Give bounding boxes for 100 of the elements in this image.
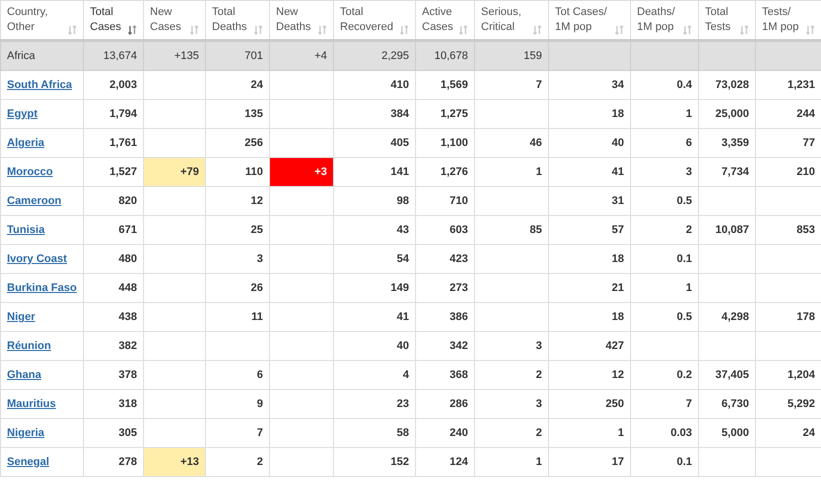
table-cell: 4 [334,360,416,390]
table-cell: 6 [206,360,270,390]
table-cell: +13 [144,448,206,476]
country-link[interactable]: Egypt [7,106,38,122]
table-cell: 12 [206,186,270,216]
table-cell: 1 [630,100,698,128]
table-cell: 1 [548,418,630,448]
table-cell: 368 [416,360,474,390]
table-cell: 603 [416,216,474,244]
table-cell: 10,678 [416,40,474,70]
table-cell: 410 [334,70,416,100]
table-cell: 7 [474,70,548,100]
table-cell: 820 [84,186,144,216]
table-cell: 448 [84,274,144,302]
table-cell: 57 [548,216,630,244]
table-cell: 73,028 [698,70,756,100]
table-cell: 2 [630,216,698,244]
table-cell: 384 [334,100,416,128]
table-cell [206,332,270,360]
table-cell: 7,734 [698,158,756,186]
table-cell: 273 [416,274,474,302]
table-cell: 58 [334,418,416,448]
country-link[interactable]: South Africa [7,76,72,93]
country-link[interactable]: Ivory Coast [7,250,67,267]
table-cell [698,40,756,70]
table-cell: 305 [84,418,144,448]
country-link[interactable]: Algeria [7,134,44,151]
table-cell: 41 [334,302,416,332]
sort-icon [400,25,409,35]
table-cell: 0.1 [630,244,698,274]
table-cell: 0.2 [630,360,698,390]
table-cell: 18 [548,100,630,128]
country-link[interactable]: Senegal [7,454,50,470]
sort-icon [68,25,77,35]
table-cell: 135 [206,100,270,128]
country-link[interactable]: Réunion [7,338,51,354]
table-cell: 12 [548,360,630,390]
table-cell: +79 [144,158,206,186]
table-cell: 9 [206,390,270,418]
table-cell: 152 [334,448,416,476]
table-cell: 40 [548,128,630,158]
table-cell: 710 [416,186,474,216]
table-cell: 3 [474,390,548,418]
table-cell: 1,761 [84,128,144,158]
table-cell [698,448,756,476]
table-cell: 2 [474,360,548,390]
sort-icon [806,25,815,35]
table-cell: 46 [474,128,548,158]
table-cell: 6 [630,128,698,158]
table-cell [630,332,698,360]
table-cell: 1 [474,158,548,186]
table-cell [630,40,698,70]
table-cell: 480 [84,244,144,274]
table-cell: 2 [474,418,548,448]
table-cell: 23 [334,390,416,418]
table-cell: 24 [206,70,270,100]
table-cell: 2,295 [334,40,416,70]
country-link[interactable]: Niger [7,308,36,325]
table-cell: 250 [548,390,630,418]
sort-icon [459,25,468,35]
table-cell: 6,730 [698,390,756,418]
table-cell: 141 [334,158,416,186]
table-cell: 43 [334,216,416,244]
table-cell: 26 [206,274,270,302]
country-link[interactable]: Ghana [7,366,42,383]
country-link[interactable]: Cameroon [7,192,62,209]
country-link[interactable]: Mauritius [7,396,56,412]
table-cell: 85 [474,216,548,244]
table-cell: 240 [416,418,474,448]
table-cell: 1,275 [416,100,474,128]
country-link[interactable]: Morocco [7,164,53,180]
table-cell: 41 [548,158,630,186]
table-cell: 423 [416,244,474,274]
sort-icon [615,25,624,35]
table-cell: 1 [474,448,548,476]
table-cell: 54 [334,244,416,274]
table-cell: 40 [334,332,416,360]
table-cell [698,332,756,360]
table-cell: 2 [206,448,270,476]
table-cell [698,186,756,216]
table-cell: 1 [630,274,698,302]
sort-icon [683,25,692,35]
country-link[interactable]: Tunisia [7,222,45,238]
table-cell: 1,569 [416,70,474,100]
table-cell: 34 [548,70,630,100]
country-link[interactable]: Burkina Faso [7,280,77,296]
table-cell: 342 [416,332,474,360]
table-cell: 149 [334,274,416,302]
table-cell: 256 [206,128,270,158]
table-cell: 1,794 [84,100,144,128]
table-cell [698,244,756,274]
table-cell: 17 [548,448,630,476]
table-cell: 25,000 [698,100,756,128]
sort-icon [740,25,749,35]
table-cell: +3 [270,158,334,186]
table-cell: 671 [84,216,144,244]
table-cell: 3 [474,332,548,360]
table-cell: 98 [334,186,416,216]
table-cell: 18 [548,302,630,332]
country-link[interactable]: Nigeria [7,424,44,441]
